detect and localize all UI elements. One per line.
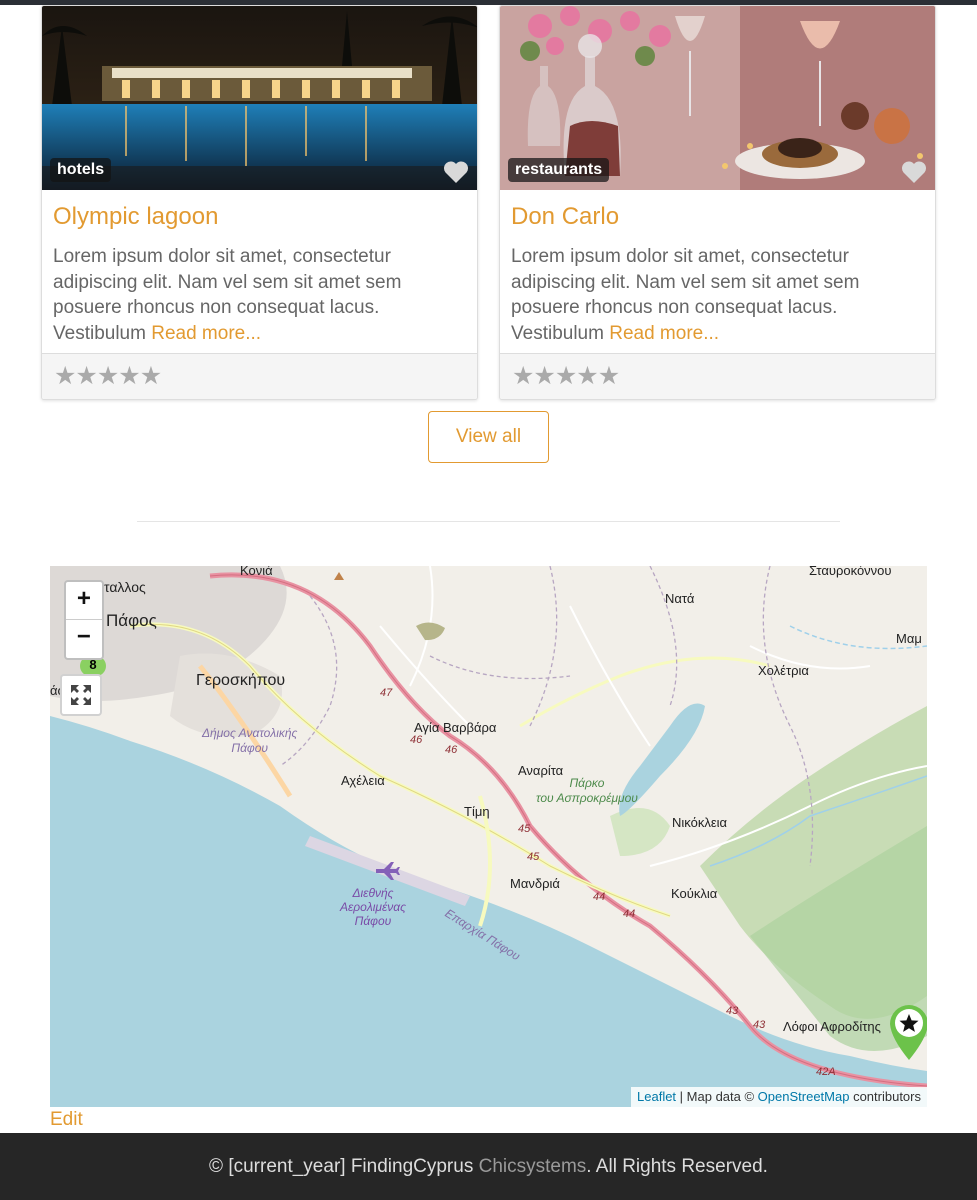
map-label: 44 [623, 908, 636, 920]
leaflet-link[interactable]: Leaflet [637, 1089, 676, 1104]
star-icon[interactable]: ★ [555, 364, 577, 389]
view-all-button[interactable]: View all [428, 411, 549, 463]
heart-icon[interactable] [443, 160, 469, 184]
map-label: 44 [593, 891, 606, 903]
zoom-out-button[interactable]: − [66, 620, 102, 658]
section-divider [137, 521, 840, 522]
category-badge[interactable]: hotels [50, 158, 112, 182]
map-label: 43 [753, 1019, 766, 1031]
map-label: 42A [816, 1066, 836, 1078]
map-label: Αχέλεια [341, 773, 385, 788]
star-icon[interactable]: ★ [512, 364, 534, 389]
map-label: Δήμος Ανατολικής Πάφου [202, 726, 298, 755]
star-icon[interactable]: ★ [533, 364, 555, 389]
footer: © [current_year] FindingCyprus Chicsyste… [0, 1133, 977, 1200]
map-label: Λόφοι Αφροδίτης [783, 1019, 881, 1034]
map-label: ταλλος [104, 579, 146, 595]
star-icon[interactable]: ★ [97, 364, 119, 389]
listing-card-don-carlo[interactable]: restaurants Don Carlo Lorem ipsum dolor … [499, 5, 936, 400]
map-label: 45 [518, 823, 531, 835]
map-label: Μανδριά [510, 876, 560, 891]
map-label: Αγία Βαρβάρα [414, 720, 497, 735]
listing-title[interactable]: Don Carlo [511, 203, 924, 231]
listing-title[interactable]: Olympic lagoon [53, 203, 466, 231]
read-more-link[interactable]: Read more... [151, 323, 261, 344]
map-attribution: Leaflet | Map data © OpenStreetMap contr… [631, 1087, 927, 1107]
map-label: 46 [410, 734, 423, 746]
star-icon[interactable]: ★ [140, 364, 162, 389]
zoom-control: + − [64, 580, 104, 660]
map-label: 45 [527, 851, 540, 863]
listing-description: Lorem ipsum dolor sit amet, consectetur … [511, 244, 924, 346]
map-label: Χολέτρια [758, 663, 809, 678]
category-badge[interactable]: restaurants [508, 158, 610, 182]
star-icon[interactable]: ★ [576, 364, 598, 389]
map-label: Κούκλια [671, 886, 718, 901]
rating-bar: ★★★★★ [500, 353, 935, 399]
map-label: Τίμη [464, 804, 490, 819]
footer-copyright: © [current_year] FindingCyprus [209, 1156, 479, 1177]
star-icon[interactable]: ★ [598, 364, 620, 389]
star-icon[interactable]: ★ [118, 364, 140, 389]
map-label: Μαμ [896, 631, 922, 646]
listing-image[interactable]: restaurants [500, 6, 935, 190]
footer-rights: . All Rights Reserved. [586, 1156, 768, 1177]
read-more-link[interactable]: Read more... [609, 323, 719, 344]
map-marker-icon [890, 1005, 927, 1060]
listing-card-olympic-lagoon[interactable]: hotels Olympic lagoon Lorem ipsum dolor … [41, 5, 478, 400]
fullscreen-button[interactable] [60, 674, 102, 716]
map-marker[interactable] [887, 1002, 927, 1067]
osm-link[interactable]: OpenStreetMap [758, 1089, 850, 1104]
map-label: Πάφος [106, 611, 157, 630]
footer-company-link[interactable]: Chicsystems [479, 1156, 587, 1177]
zoom-in-button[interactable]: + [66, 582, 102, 620]
edit-link[interactable]: Edit [50, 1109, 83, 1131]
listing-image[interactable]: hotels [42, 6, 477, 190]
star-icon[interactable]: ★ [54, 364, 76, 389]
rating-bar: ★★★★★ [42, 353, 477, 399]
map-label: Σταυροκόννου [809, 566, 892, 578]
heart-icon[interactable] [901, 160, 927, 184]
map-label: Κονιά [240, 566, 273, 578]
attribution-text: | Map data © [676, 1089, 758, 1104]
fullscreen-icon [71, 685, 91, 705]
map-label: Πάρκο του Ασπροκρέμμου [536, 776, 638, 805]
map-label: Γεροσκήπου [196, 672, 286, 689]
star-icon[interactable]: ★ [75, 364, 97, 389]
map-label: 43 [726, 1005, 739, 1017]
map-label: 46 [445, 744, 458, 756]
map[interactable]: Κονιά ταλλος Πάφος άφος Γεροσκήπου Δήμος… [50, 566, 927, 1107]
listing-description: Lorem ipsum dolor sit amet, consectetur … [53, 244, 466, 346]
map-label: 47 [380, 687, 393, 699]
map-label: Διεθνής Αερολιμένας Πάφου [340, 886, 406, 928]
map-label: Νικόκλεια [672, 815, 728, 830]
map-label: Νατά [665, 591, 695, 606]
attribution-suffix: contributors [849, 1089, 921, 1104]
